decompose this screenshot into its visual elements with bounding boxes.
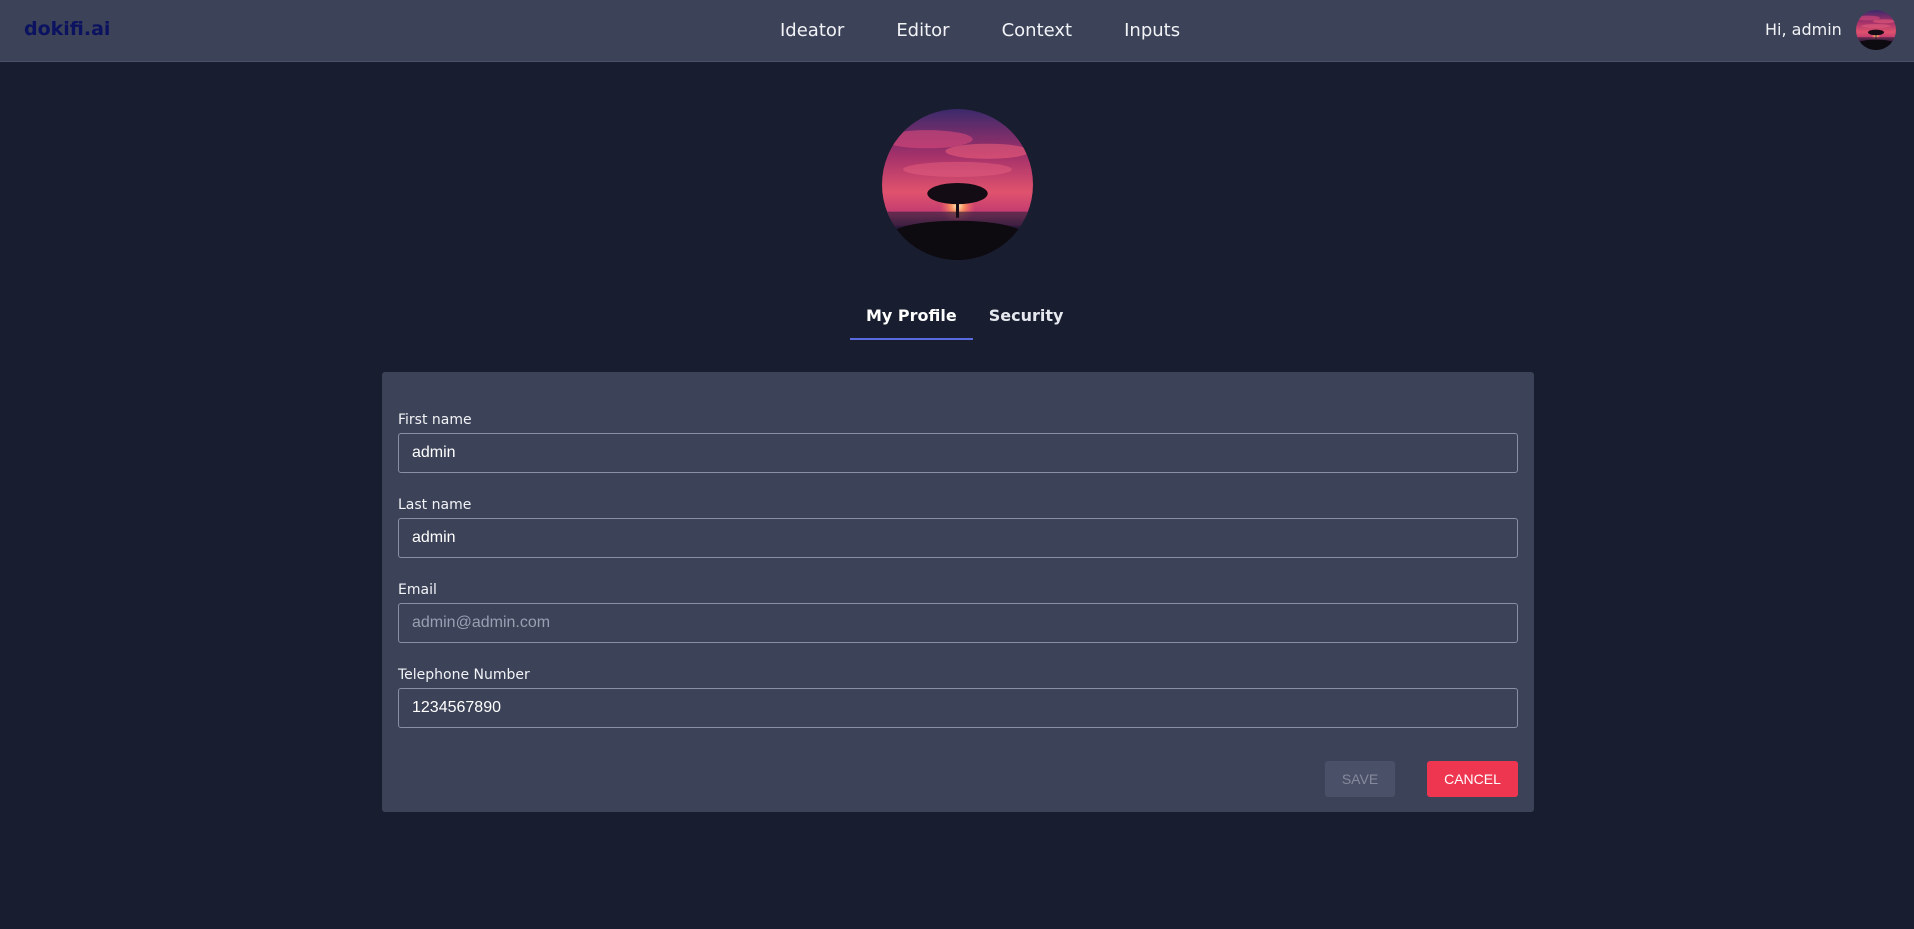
profile-form-card: First name Last name Email Telephone Num… — [382, 372, 1534, 812]
save-button[interactable]: SAVE — [1325, 761, 1395, 797]
telephone-label: Telephone Number — [398, 667, 530, 683]
first-name-field[interactable] — [398, 433, 1518, 473]
main-nav: Ideator Editor Context Inputs — [780, 20, 1180, 41]
user-avatar[interactable] — [1856, 10, 1896, 50]
profile-avatar[interactable] — [882, 109, 1033, 260]
last-name-field[interactable] — [398, 518, 1518, 558]
first-name-label: First name — [398, 412, 472, 428]
avatar-image — [1856, 10, 1896, 50]
cancel-button[interactable]: CANCEL — [1427, 761, 1518, 797]
tab-my-profile[interactable]: My Profile — [850, 296, 973, 340]
nav-editor[interactable]: Editor — [896, 20, 949, 41]
email-label: Email — [398, 582, 437, 598]
profile-image — [882, 109, 1033, 260]
last-name-label: Last name — [398, 497, 472, 513]
nav-ideator[interactable]: Ideator — [780, 20, 844, 41]
logo[interactable]: dokifi.ai — [24, 18, 110, 40]
nav-context[interactable]: Context — [1002, 20, 1073, 41]
top-navbar: dokifi.ai Ideator Editor Context Inputs … — [0, 0, 1914, 62]
tab-security[interactable]: Security — [973, 296, 1080, 340]
telephone-field[interactable] — [398, 688, 1518, 728]
profile-tabs: My Profile Security — [850, 296, 1079, 340]
email-field[interactable] — [398, 603, 1518, 643]
user-greeting: Hi, admin — [1765, 20, 1842, 39]
nav-inputs[interactable]: Inputs — [1124, 20, 1180, 41]
